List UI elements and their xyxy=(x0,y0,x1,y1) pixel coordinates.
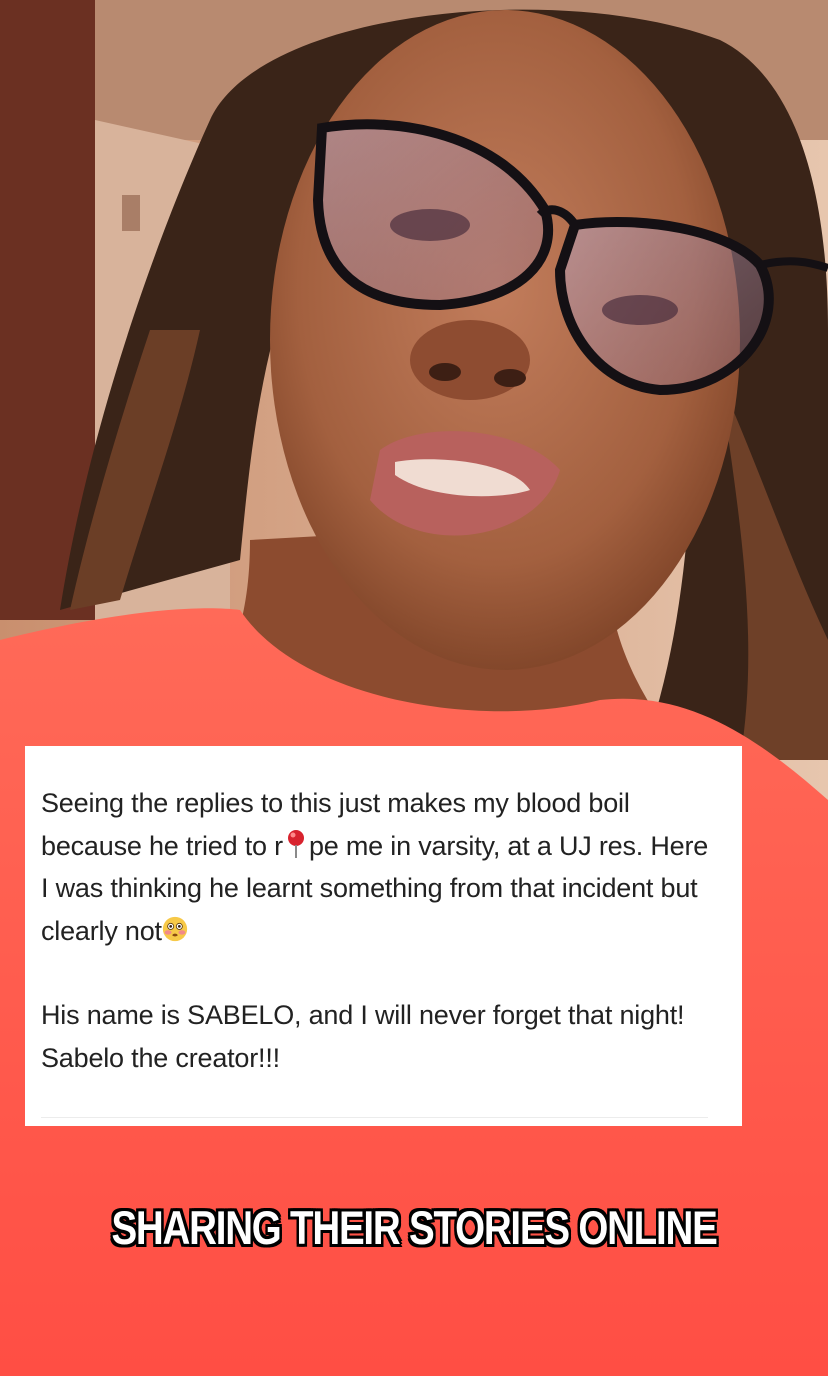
video-subtitle: SHARING THEIR STORIES ONLINE xyxy=(111,1201,717,1254)
pushpin-icon xyxy=(287,829,304,858)
flushed-face-icon xyxy=(162,916,187,941)
post-paragraph-1: Seeing the replies to this just makes my… xyxy=(41,782,722,952)
video-frame xyxy=(0,0,828,1376)
post-screenshot-card: Seeing the replies to this just makes my… xyxy=(25,746,742,1126)
card-divider xyxy=(41,1117,708,1118)
post-paragraph-2: His name is SABELO, and I will never for… xyxy=(41,1000,685,1073)
